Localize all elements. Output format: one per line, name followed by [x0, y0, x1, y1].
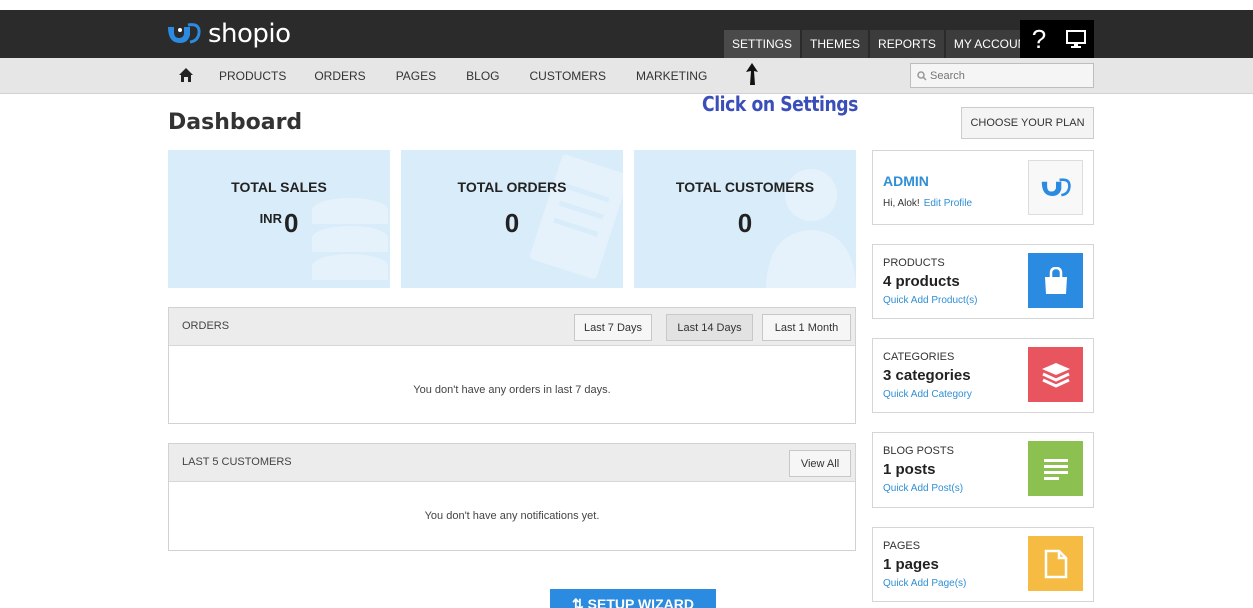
settings-annotation: Click on Settings — [702, 92, 858, 116]
page-title: Dashboard — [168, 110, 303, 135]
nav-customers[interactable]: CUSTOMERS — [530, 58, 606, 94]
top-bar: shopio SETTINGS THEMES REPORTS MY ACCOUN… — [0, 10, 1253, 58]
shopping-bag-icon — [1044, 266, 1067, 294]
brand-name: shopio — [208, 19, 291, 49]
total-sales-value: INR0 — [168, 208, 390, 239]
total-sales-label: TOTAL SALES — [231, 179, 327, 195]
orders-panel-title: ORDERS — [182, 320, 230, 332]
nav-products[interactable]: PRODUCTS — [219, 58, 286, 94]
themes-link[interactable]: THEMES — [802, 30, 869, 58]
shopio-avatar-icon — [1041, 177, 1071, 196]
customers-panel-header: LAST 5 CUSTOMERS View All — [169, 444, 855, 482]
nav-blog[interactable]: BLOG — [466, 58, 499, 94]
blog-posts-card-title: BLOG POSTS — [883, 445, 954, 457]
blog-posts-card: BLOG POSTS 1 posts Quick Add Post(s) — [872, 432, 1094, 508]
text-lines-icon — [1043, 458, 1068, 480]
quick-add-category-link[interactable]: Quick Add Category — [883, 389, 972, 400]
home-icon[interactable] — [178, 67, 194, 83]
nav-marketing[interactable]: MARKETING — [636, 58, 707, 94]
categories-count: 3 categories — [883, 367, 971, 384]
wizard-arrows-icon: ⇅ — [572, 595, 588, 608]
admin-name: ADMIN — [883, 173, 929, 189]
products-card-title: PRODUCTS — [883, 257, 945, 269]
top-nav: SETTINGS THEMES REPORTS MY ACCOUNT — [724, 30, 1044, 58]
total-customers-value: 0 — [737, 208, 753, 238]
last-7-days-button[interactable]: Last 7 Days — [574, 314, 652, 341]
total-orders-label: TOTAL ORDERS — [457, 179, 567, 195]
customers-empty-message: You don't have any notifications yet. — [424, 510, 600, 522]
shopio-logo[interactable]: shopio — [166, 18, 291, 50]
search-icon — [917, 70, 927, 81]
currency-code: INR — [259, 211, 282, 226]
total-orders-tile: TOTAL ORDERS 0 — [401, 150, 623, 288]
help-button[interactable]: ? — [1020, 20, 1058, 58]
quick-add-page-link[interactable]: Quick Add Page(s) — [883, 578, 966, 589]
orders-panel-header: ORDERS Last 7 Days Last 14 Days Last 1 M… — [169, 308, 855, 346]
settings-link[interactable]: SETTINGS — [724, 30, 801, 58]
nav-pages[interactable]: PAGES — [396, 58, 436, 94]
products-card: PRODUCTS 4 products Quick Add Product(s) — [872, 244, 1094, 319]
shopio-logo-icon — [168, 23, 201, 44]
last-14-days-button[interactable]: Last 14 Days — [666, 314, 753, 341]
page-document-icon — [1044, 549, 1067, 578]
categories-icon-tile[interactable] — [1028, 347, 1083, 402]
quick-add-product-link[interactable]: Quick Add Product(s) — [883, 295, 977, 306]
choose-plan-button[interactable]: CHOOSE YOUR PLAN — [961, 107, 1094, 139]
products-icon-tile[interactable] — [1028, 253, 1083, 308]
avatar[interactable] — [1028, 160, 1083, 215]
view-all-button[interactable]: View All — [789, 450, 851, 477]
up-arrow-icon — [746, 63, 758, 85]
nav-orders[interactable]: ORDERS — [314, 58, 365, 94]
orders-empty-message: You don't have any orders in last 7 days… — [413, 384, 611, 396]
categories-card: CATEGORIES 3 categories Quick Add Catego… — [872, 338, 1094, 413]
customers-panel-title: LAST 5 CUSTOMERS — [182, 456, 292, 468]
total-customers-tile: TOTAL CUSTOMERS 0 — [634, 150, 856, 288]
pages-card: PAGES 1 pages Quick Add Page(s) — [872, 527, 1094, 602]
admin-greeting: Hi, Alok! Edit Profile — [883, 198, 972, 209]
categories-card-title: CATEGORIES — [883, 351, 955, 363]
reports-link[interactable]: REPORTS — [870, 30, 944, 58]
quick-add-post-link[interactable]: Quick Add Post(s) — [883, 483, 963, 494]
admin-card: ADMIN Hi, Alok! Edit Profile — [872, 150, 1094, 225]
blog-posts-count: 1 posts — [883, 461, 936, 478]
pages-count: 1 pages — [883, 556, 939, 573]
last-1-month-button[interactable]: Last 1 Month — [762, 314, 851, 341]
products-count: 4 products — [883, 273, 960, 290]
customers-panel: LAST 5 CUSTOMERS View All You don't have… — [168, 443, 856, 551]
total-orders-value: 0 — [504, 208, 520, 238]
setup-wizard-button[interactable]: ⇅ SETUP WIZARD — [550, 589, 716, 608]
total-sales-amount: 0 — [283, 208, 299, 238]
storefront-button[interactable] — [1058, 20, 1094, 58]
main-nav: PRODUCTS ORDERS PAGES BLOG CUSTOMERS MAR… — [0, 58, 1253, 94]
pages-icon-tile[interactable] — [1028, 536, 1083, 591]
layers-icon — [1041, 362, 1070, 388]
search-input[interactable] — [930, 69, 1080, 82]
total-customers-label: TOTAL CUSTOMERS — [675, 179, 815, 195]
setup-wizard-label: SETUP WIZARD — [587, 595, 694, 608]
edit-profile-link[interactable]: Edit Profile — [924, 198, 972, 209]
search-box[interactable] — [910, 63, 1094, 88]
greeting-text: Hi, Alok! — [883, 198, 920, 209]
pages-card-title: PAGES — [883, 540, 921, 552]
monitor-icon — [1066, 30, 1086, 48]
total-sales-tile: TOTAL SALES INR0 — [168, 150, 390, 288]
orders-panel: ORDERS Last 7 Days Last 14 Days Last 1 M… — [168, 307, 856, 424]
blog-icon-tile[interactable] — [1028, 441, 1083, 496]
